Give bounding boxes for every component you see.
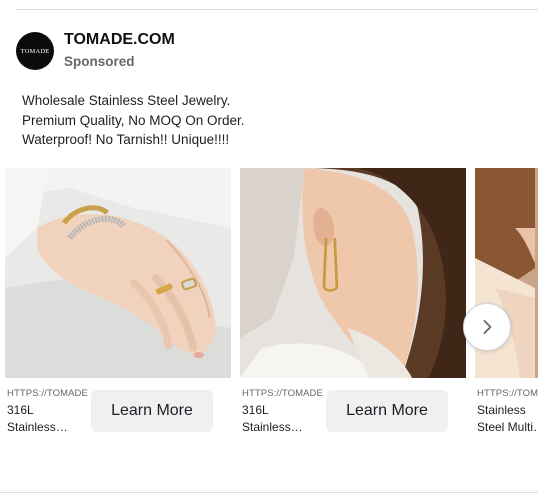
ad-body-text: Wholesale Stainless Steel Jewelry. Premi… [22, 91, 245, 150]
carousel-card[interactable]: HTTPS://TOMADE 316L Stainless… Learn Mor… [240, 168, 466, 448]
card-footer: HTTPS://TOM Stainless Steel Multi… [475, 378, 538, 448]
card-footer: HTTPS://TOMADE 316L Stainless… Learn Mor… [5, 378, 231, 448]
card-url: HTTPS://TOMADE [242, 388, 323, 399]
body-line: Wholesale Stainless Steel Jewelry. [22, 93, 231, 108]
advertiser-avatar[interactable]: TOMADE [16, 32, 54, 70]
product-image-hand[interactable] [5, 168, 231, 378]
top-divider [16, 9, 538, 10]
card-title-line: Steel Multi… [477, 420, 538, 434]
card-title-line: Stainless… [242, 420, 303, 434]
card-title: 316L Stainless… [242, 402, 322, 436]
card-url: HTTPS://TOM [477, 388, 538, 399]
card-title: Stainless Steel Multi… [477, 402, 538, 436]
body-line: Waterproof! No Tarnish!! Unique!!!! [22, 132, 230, 147]
card-footer: HTTPS://TOMADE 316L Stainless… Learn Mor… [240, 378, 466, 448]
ad-header: TOMADE TOMADE.COM Sponsored [16, 31, 175, 71]
card-title-line: 316L [242, 403, 269, 417]
advertiser-name[interactable]: TOMADE.COM [64, 30, 175, 50]
card-title-line: Stainless… [7, 420, 68, 434]
carousel: HTTPS://TOMADE 316L Stainless… Learn Mor… [0, 168, 538, 448]
carousel-card[interactable]: HTTPS://TOMADE 316L Stainless… Learn Mor… [5, 168, 231, 448]
card-title-line: 316L [7, 403, 34, 417]
avatar-logo-text: TOMADE [20, 47, 50, 55]
product-image-earring[interactable] [240, 168, 466, 378]
card-url: HTTPS://TOMADE [7, 388, 88, 399]
header-text: TOMADE.COM Sponsored [64, 30, 175, 72]
chevron-right-icon [483, 320, 492, 334]
bottom-divider [0, 492, 538, 493]
card-title-line: Stainless [477, 403, 526, 417]
sponsored-label[interactable]: Sponsored [64, 52, 175, 72]
card-title: 316L Stainless… [7, 402, 87, 436]
learn-more-button[interactable]: Learn More [326, 390, 448, 432]
body-line: Premium Quality, No MOQ On Order. [22, 112, 245, 128]
learn-more-button[interactable]: Learn More [91, 390, 213, 432]
carousel-next-button[interactable] [463, 303, 511, 351]
